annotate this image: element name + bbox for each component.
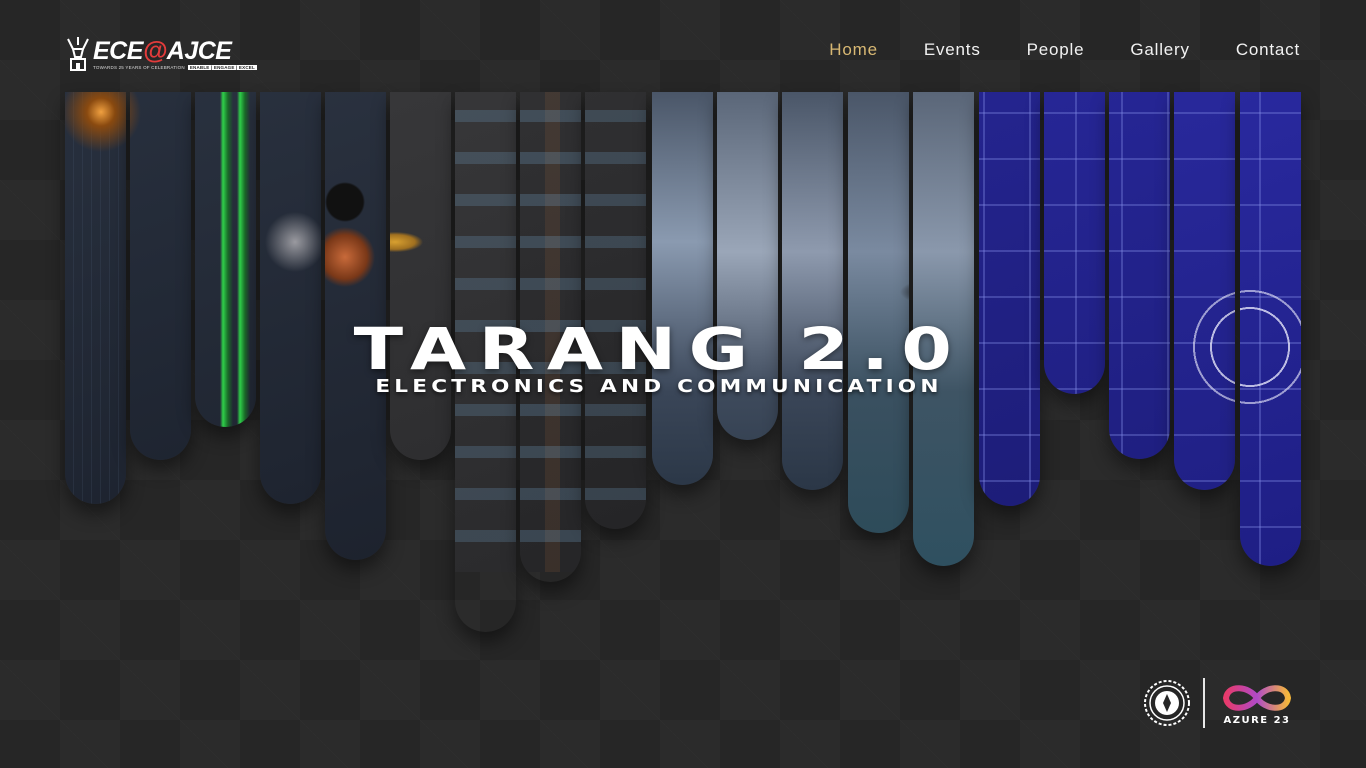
hero-heading: TARANG 2.0 ELECTRONICS AND COMMUNICATION	[0, 318, 1366, 397]
nav-contact[interactable]: Contact	[1236, 40, 1300, 60]
hero-strip	[1174, 92, 1235, 490]
hero-strip	[390, 92, 451, 460]
logo-wordmark: ECE@AJCE	[93, 37, 232, 65]
hero-strip	[848, 92, 909, 533]
logo-tagline: TOWARDS 25 YEARS OF CELEBRATION ENABLE |…	[93, 65, 257, 70]
main-navigation: Home Events People Gallery Contact	[829, 40, 1300, 60]
hero-subtitle: ELECTRONICS AND COMMUNICATION	[375, 376, 943, 397]
hero-strip	[979, 92, 1040, 506]
nav-events[interactable]: Events	[924, 40, 981, 60]
hero-strip	[782, 92, 843, 490]
azure-label: AZURE 23	[1223, 715, 1291, 726]
hero-strip	[65, 92, 126, 504]
hero-strip	[1109, 92, 1170, 459]
logo-text: ECE@AJCE TOWARDS 25 YEARS OF CELEBRATION…	[93, 38, 257, 70]
hero-strip	[585, 92, 646, 529]
nav-people[interactable]: People	[1027, 40, 1085, 60]
nav-gallery[interactable]: Gallery	[1130, 40, 1189, 60]
hero-title: TARANG 2.0	[353, 315, 965, 383]
azure-logo[interactable]: AZURE 23	[1218, 680, 1296, 726]
site-logo[interactable]: ECE@AJCE TOWARDS 25 YEARS OF CELEBRATION…	[66, 36, 257, 72]
nav-home[interactable]: Home	[829, 40, 878, 60]
hero-strip	[260, 92, 321, 504]
hero-strip	[130, 92, 191, 460]
infinity-logo-icon	[1222, 685, 1292, 711]
footer-logos: AZURE 23	[1143, 678, 1296, 728]
college-seal-icon	[1144, 680, 1190, 726]
footer-divider	[1203, 678, 1205, 728]
hero-strip	[652, 92, 713, 485]
antenna-tower-icon	[67, 37, 89, 71]
